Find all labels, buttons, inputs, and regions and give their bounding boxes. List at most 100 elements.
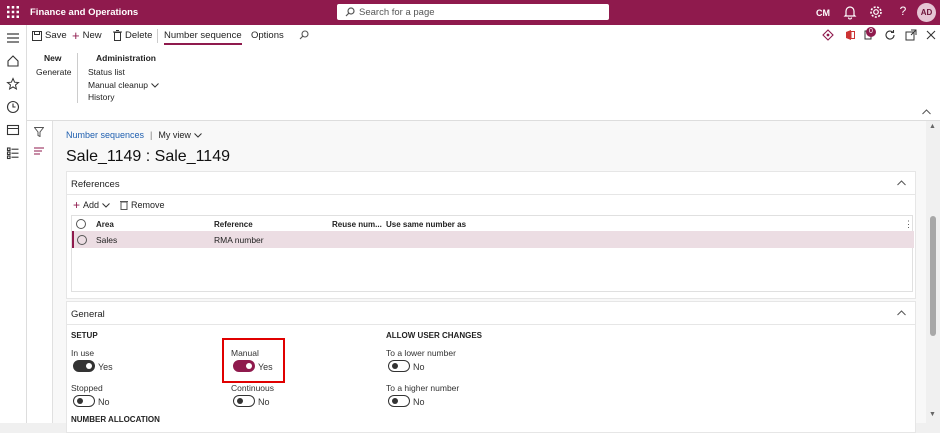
chevron-down-icon	[102, 202, 110, 208]
collapse-section-icon[interactable]	[897, 310, 906, 316]
search-box[interactable]: Search for a page	[337, 4, 609, 20]
ribbon-group-administration-header: Administration	[96, 53, 156, 63]
column-options-icon[interactable]: ⋮	[904, 219, 913, 230]
plus-icon: +	[72, 28, 80, 43]
stopped-toggle[interactable]	[73, 395, 95, 407]
collapse-section-icon[interactable]	[897, 180, 906, 186]
tab-number-sequence[interactable]: Number sequence	[164, 30, 242, 45]
home-icon[interactable]	[6, 54, 20, 68]
ribbon-group-new-header: New	[44, 53, 62, 63]
search-placeholder: Search for a page	[359, 7, 435, 18]
scroll-up-arrow[interactable]: ▲	[929, 123, 936, 130]
section-divider	[67, 194, 915, 195]
company-selector[interactable]: CM	[816, 8, 830, 18]
breadcrumb: Number sequences | My view	[66, 130, 202, 140]
gear-icon[interactable]	[868, 4, 884, 20]
vertical-scrollbar[interactable]: ▲ ▼	[926, 121, 940, 423]
general-header[interactable]: General	[71, 309, 105, 320]
in-use-label: In use	[71, 348, 95, 358]
page-title: Sale_1149 : Sale_1149	[66, 148, 230, 165]
cell-reference[interactable]: RMA number	[214, 235, 264, 245]
left-navigation	[0, 25, 27, 423]
manual-value: Yes	[258, 362, 273, 372]
tab-options[interactable]: Options	[251, 30, 284, 41]
in-use-value: Yes	[98, 362, 113, 372]
column-header-same-as[interactable]: Use same number as	[386, 220, 466, 229]
manual-cleanup-label: Manual cleanup	[88, 80, 149, 90]
history-button[interactable]: History	[88, 92, 114, 102]
row-select-radio[interactable]	[77, 235, 87, 245]
action-search-icon[interactable]	[299, 30, 309, 40]
workspaces-icon[interactable]	[6, 123, 20, 137]
continuous-label: Continuous	[231, 383, 275, 393]
column-header-reuse[interactable]: Reuse num...	[332, 220, 382, 229]
list-lines-icon[interactable]	[34, 147, 44, 155]
notification-badge[interactable]: 0	[862, 27, 878, 41]
select-all-radio[interactable]	[76, 219, 86, 229]
continuous-toggle[interactable]	[233, 395, 255, 407]
save-label: Save	[45, 30, 67, 41]
filter-pane	[27, 121, 53, 423]
collapse-ribbon-icon[interactable]	[922, 109, 931, 115]
new-label: New	[82, 30, 102, 41]
office-icon[interactable]	[844, 29, 856, 41]
delete-button[interactable]: Delete	[113, 30, 152, 41]
modules-list-icon[interactable]	[6, 146, 20, 160]
allow-user-changes-header: ALLOW USER CHANGES	[386, 331, 482, 340]
breadcrumb-link[interactable]: Number sequences	[66, 130, 144, 140]
avatar[interactable]: AD	[917, 3, 936, 22]
table-row[interactable]: Sales RMA number	[72, 231, 914, 248]
open-new-window-icon[interactable]	[905, 29, 917, 41]
recent-clock-icon[interactable]	[6, 100, 20, 114]
column-header-reference[interactable]: Reference	[214, 220, 253, 229]
scroll-down-arrow[interactable]: ▼	[929, 411, 936, 418]
hamburger-icon[interactable]	[6, 31, 20, 45]
close-icon[interactable]	[925, 29, 937, 41]
action-pane: Save + New Delete Number sequence Option…	[27, 25, 940, 121]
scroll-thumb[interactable]	[930, 216, 936, 336]
refresh-icon[interactable]	[884, 29, 896, 41]
add-label: Add	[83, 200, 100, 210]
save-icon	[32, 30, 42, 41]
notification-count: 0	[866, 27, 876, 37]
view-selector-label: My view	[158, 130, 191, 140]
delete-label: Delete	[125, 30, 153, 41]
manual-toggle[interactable]	[233, 360, 255, 372]
new-button[interactable]: + New	[72, 28, 102, 43]
chevron-down-icon	[194, 132, 202, 138]
trash-icon	[120, 200, 128, 210]
attach-diamond-icon[interactable]	[822, 29, 834, 41]
favorites-star-icon[interactable]	[6, 77, 20, 91]
view-selector[interactable]: My view	[158, 130, 202, 140]
continuous-value: No	[258, 397, 270, 407]
save-button[interactable]: Save	[32, 30, 67, 41]
manual-cleanup-button[interactable]: Manual cleanup	[88, 80, 159, 90]
cell-area[interactable]: Sales	[96, 235, 117, 245]
column-header-area[interactable]: Area	[96, 220, 114, 229]
stopped-value: No	[98, 397, 110, 407]
references-section: References + Add Remove Area Reference R…	[66, 171, 916, 299]
to-lower-label: To a lower number	[386, 348, 456, 358]
top-bar: Finance and Operations Search for a page…	[0, 0, 940, 25]
to-higher-toggle[interactable]	[388, 395, 410, 407]
app-title[interactable]: Finance and Operations	[30, 7, 138, 18]
main-content: Number sequences | My view Sale_1149 : S…	[53, 121, 926, 433]
to-lower-toggle[interactable]	[388, 360, 410, 372]
manual-highlight-box	[222, 338, 285, 383]
ribbon-divider	[77, 53, 78, 103]
trash-icon	[113, 30, 122, 41]
references-header[interactable]: References	[71, 179, 120, 190]
filter-icon[interactable]	[34, 127, 44, 137]
status-list-button[interactable]: Status list	[88, 67, 125, 77]
help-icon[interactable]: ?	[895, 4, 911, 20]
to-lower-value: No	[413, 362, 425, 372]
add-button[interactable]: + Add	[73, 197, 110, 212]
search-icon	[345, 7, 355, 17]
in-use-toggle[interactable]	[73, 360, 95, 372]
app-launcher-icon[interactable]	[7, 6, 19, 18]
remove-button[interactable]: Remove	[120, 200, 165, 210]
bell-icon[interactable]	[843, 4, 859, 20]
generate-button[interactable]: Generate	[36, 67, 71, 77]
to-higher-label: To a higher number	[386, 383, 460, 393]
plus-icon: +	[73, 197, 81, 212]
